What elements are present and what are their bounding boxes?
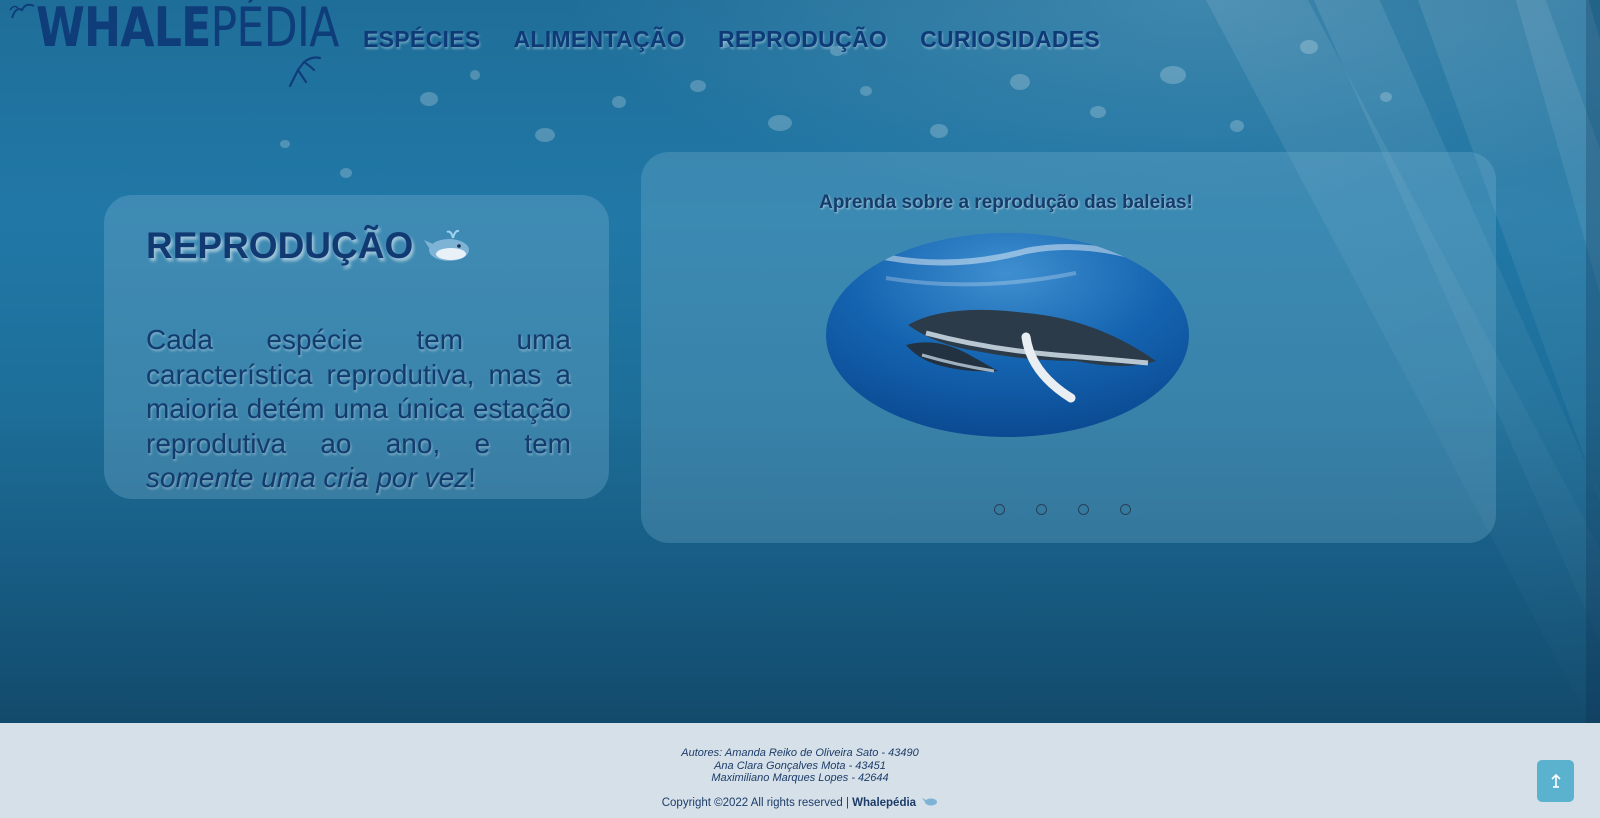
section-heading: REPRODUÇÃO <box>146 225 473 267</box>
whale-emoji-icon <box>424 229 470 261</box>
site-footer: Autores: Amanda Reiko de Oliveira Sato -… <box>0 723 1600 818</box>
reproduction-info-card: REPRODUÇÃO Cada espécie tem uma caracter… <box>104 195 609 499</box>
arrow-up-icon <box>1550 773 1561 788</box>
body-text: Cada espécie tem uma característica repr… <box>146 324 571 459</box>
copyright-brand: Whalepédia <box>852 797 917 809</box>
authors-block: Autores: Amanda Reiko de Oliveira Sato -… <box>0 747 1600 785</box>
copyright-text: Copyright ©2022 All rights reserved | <box>661 797 853 809</box>
whale-splash-icon <box>9 3 35 19</box>
scroll-to-top-button[interactable] <box>1537 760 1574 802</box>
small-whale-icon <box>922 798 938 806</box>
bubble <box>1090 106 1106 118</box>
bubble <box>612 96 626 108</box>
bubble <box>930 124 948 138</box>
carousel-card: Aprenda sobre a reprodução das baleias! <box>641 152 1496 543</box>
whale-photo <box>826 233 1189 437</box>
author-line: Ana Clara Gonçalves Mota - 43451 <box>714 759 886 772</box>
bubble <box>470 70 480 80</box>
whale-photo-graphic <box>826 233 1189 437</box>
bubble <box>420 92 438 106</box>
logo-bold-text: WHALE <box>36 0 211 59</box>
bubble <box>1300 40 1318 54</box>
nav-item-alimentacao[interactable]: ALIMENTAÇÃO <box>513 26 685 53</box>
whale-tail-icon <box>288 56 322 88</box>
carousel-caption: Aprenda sobre a reprodução das baleias! <box>819 192 1193 213</box>
section-title: REPRODUÇÃO <box>146 225 414 266</box>
bubble <box>280 140 290 148</box>
carousel-indicators <box>994 504 1131 515</box>
logo-light-text: PÉDIA <box>210 0 340 59</box>
author-line: Maximiliano Marques Lopes - 42644 <box>711 772 889 784</box>
bubble <box>690 80 706 92</box>
author-line: Autores: Amanda Reiko de Oliveira Sato -… <box>681 747 919 759</box>
section-body: Cada espécie tem uma característica repr… <box>146 323 571 496</box>
nav-item-especies[interactable]: ESPÉCIES <box>363 26 480 53</box>
carousel-dot-3[interactable] <box>1078 504 1089 515</box>
nav-item-reproducao[interactable]: REPRODUÇÃO <box>718 26 887 53</box>
site-logo[interactable]: WHALEPÉDIA <box>36 0 339 59</box>
bubble <box>860 86 872 96</box>
carousel-dot-4[interactable] <box>1120 504 1131 515</box>
nav-item-curiosidades[interactable]: CURIOSIDADES <box>920 26 1100 53</box>
body-emphasis: somente uma cria por vez <box>146 462 469 493</box>
bubble <box>1160 66 1186 84</box>
copyright-line: Copyright ©2022 All rights reserved | Wh… <box>0 796 1600 809</box>
bubble <box>768 115 792 131</box>
carousel-dot-2[interactable] <box>1036 504 1047 515</box>
main-nav: ESPÉCIES ALIMENTAÇÃO REPRODUÇÃO CURIOSID… <box>363 26 1100 53</box>
body-end: ! <box>468 462 476 493</box>
bubble <box>535 128 555 142</box>
scrollbar-track[interactable] <box>1586 0 1600 723</box>
bubble <box>1380 92 1392 102</box>
bubble <box>1230 120 1244 132</box>
bubble <box>1010 74 1030 90</box>
bubble <box>340 168 352 178</box>
carousel-dot-1[interactable] <box>994 504 1005 515</box>
